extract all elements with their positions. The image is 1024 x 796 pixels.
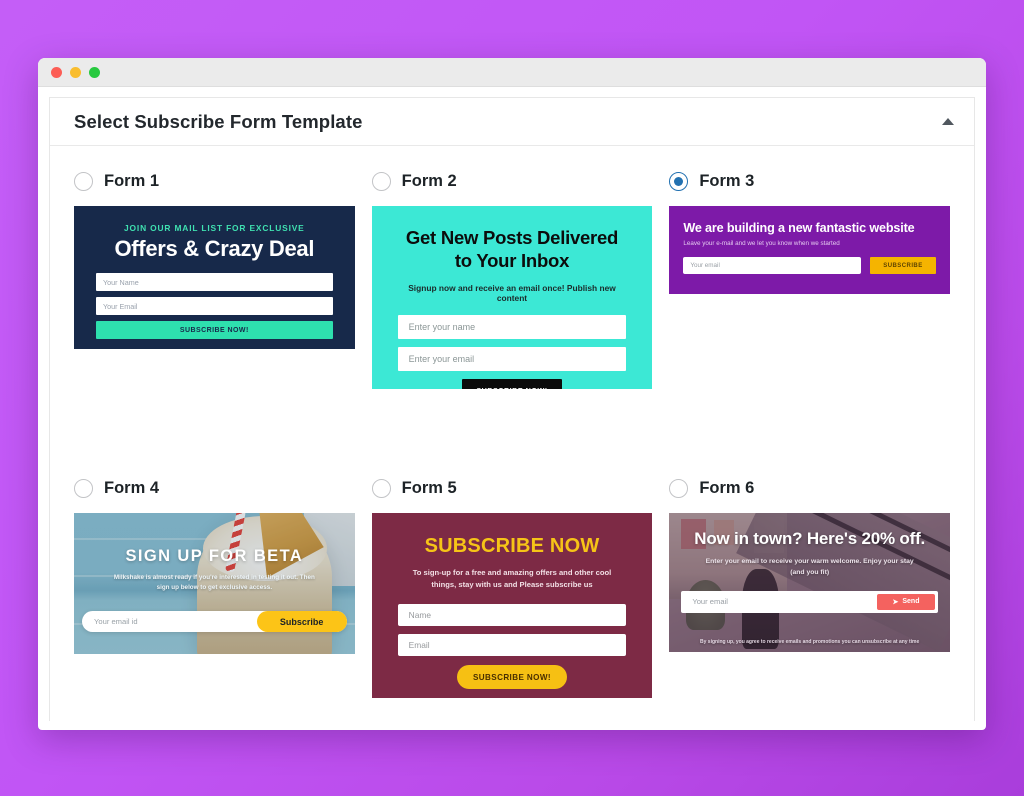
minimize-window-button[interactable] bbox=[70, 66, 81, 78]
form-3-email-input[interactable]: Your email bbox=[683, 257, 861, 274]
form-option-5: Form 5 SUBSCRIBE NOW To sign-up for a fr… bbox=[371, 403, 653, 712]
paper-plane-icon: ➤ bbox=[892, 598, 899, 606]
form-option-4: Form 4 SIGN UP FOR BETA Milkshake is alm… bbox=[74, 403, 355, 712]
form-5-email-input[interactable]: Email bbox=[397, 634, 627, 657]
radio-row-form-4[interactable]: Form 4 bbox=[74, 471, 355, 505]
caret-up-icon bbox=[942, 118, 954, 125]
radio-form-5[interactable] bbox=[371, 478, 391, 498]
form-5-subheading: To sign-up for a free and amazing offers… bbox=[412, 568, 612, 590]
form-3-subscribe-button[interactable]: SUBSCRIBE bbox=[869, 257, 936, 274]
radio-row-form-3[interactable]: Form 3 bbox=[669, 164, 950, 198]
form-2-heading: Get New Posts Delivered to Your Inbox bbox=[405, 227, 619, 272]
form-4-email-input[interactable]: Your email id Subscribe bbox=[82, 611, 347, 632]
form-option-2: Form 2 Get New Posts Delivered to Your I… bbox=[371, 164, 653, 403]
form-preview-2[interactable]: Get New Posts Delivered to Your Inbox Si… bbox=[371, 206, 653, 389]
page-title: Select Subscribe Form Template bbox=[74, 110, 363, 132]
form-option-1: Form 1 JOIN OUR MAIL LIST FOR EXCLUSIVE … bbox=[74, 164, 355, 403]
radio-form-1[interactable] bbox=[74, 171, 93, 191]
form-preview-5[interactable]: SUBSCRIBE NOW To sign-up for a free and … bbox=[371, 513, 653, 698]
maximize-window-button[interactable] bbox=[89, 66, 100, 78]
form-1-email-input[interactable]: Your Email bbox=[96, 297, 333, 315]
form-3-heading: We are building a new fantastic website bbox=[683, 221, 915, 235]
form-5-name-input[interactable]: Name bbox=[397, 604, 627, 627]
form-1-heading: Offers & Crazy Deal bbox=[114, 236, 315, 261]
form-preview-4[interactable]: SIGN UP FOR BETA Milkshake is almost rea… bbox=[74, 513, 355, 654]
form-4-content: SIGN UP FOR BETA Milkshake is almost rea… bbox=[74, 513, 355, 593]
radio-row-form-1[interactable]: Form 1 bbox=[74, 164, 355, 198]
form-3-input-row: Your email SUBSCRIBE bbox=[683, 257, 936, 274]
page-viewport: Select Subscribe Form Template Form 1 JO… bbox=[49, 97, 975, 721]
form-6-fine-print: By signing up, you agree to receive emai… bbox=[700, 639, 920, 645]
form-5-subscribe-button[interactable]: SUBSCRIBE NOW! bbox=[456, 665, 567, 690]
radio-row-form-5[interactable]: Form 5 bbox=[371, 471, 653, 505]
radio-label-form-4: Form 4 bbox=[104, 478, 160, 497]
form-6-email-input[interactable]: Your email ➤ Send bbox=[681, 590, 938, 613]
form-preview-3[interactable]: We are building a new fantastic website … bbox=[669, 206, 950, 294]
collapse-panel-button[interactable] bbox=[937, 111, 959, 133]
form-4-heading: SIGN UP FOR BETA bbox=[125, 547, 304, 565]
form-6-send-label: Send bbox=[902, 598, 920, 606]
form-2-name-input[interactable]: Enter your name bbox=[397, 315, 627, 340]
browser-window: Select Subscribe Form Template Form 1 JO… bbox=[38, 58, 986, 730]
radio-label-form-6: Form 6 bbox=[699, 478, 755, 497]
radio-form-6[interactable] bbox=[669, 478, 689, 498]
form-6-subheading: Enter your email to receive your warm we… bbox=[705, 558, 914, 576]
form-option-3: Form 3 We are building a new fantastic w… bbox=[669, 164, 950, 403]
form-1-subscribe-button[interactable]: SUBSCRIBE NOW! bbox=[96, 321, 333, 339]
radio-label-form-3: Form 3 bbox=[699, 171, 755, 190]
radio-label-form-5: Form 5 bbox=[401, 478, 457, 497]
form-option-6: Form 6 Now in town? Here's 20% off. Ente… bbox=[669, 403, 950, 712]
radio-row-form-6[interactable]: Form 6 bbox=[669, 471, 950, 505]
radio-label-form-1: Form 1 bbox=[104, 171, 160, 190]
panel-header: Select Subscribe Form Template bbox=[50, 98, 974, 146]
form-preview-1[interactable]: JOIN OUR MAIL LIST FOR EXCLUSIVE Offers … bbox=[74, 206, 355, 349]
form-6-heading: Now in town? Here's 20% off. bbox=[694, 529, 926, 548]
form-2-email-input[interactable]: Enter your email bbox=[397, 347, 627, 372]
form-2-subheading: Signup now and receive an email once! Pu… bbox=[408, 283, 616, 304]
radio-row-form-2[interactable]: Form 2 bbox=[371, 164, 653, 198]
form-preview-6[interactable]: Now in town? Here's 20% off. Enter your … bbox=[669, 513, 950, 652]
form-6-send-button[interactable]: ➤ Send bbox=[876, 593, 935, 610]
close-window-button[interactable] bbox=[51, 66, 62, 78]
form-4-subheading: Milkshake is almost ready if you're inte… bbox=[113, 574, 315, 591]
radio-form-3[interactable] bbox=[669, 171, 689, 191]
radio-form-2[interactable] bbox=[371, 171, 391, 191]
form-4-subscribe-button[interactable]: Subscribe bbox=[256, 611, 347, 632]
radio-form-4[interactable] bbox=[74, 478, 93, 498]
form-2-subscribe-button[interactable]: SUBSCRIBE NOW! bbox=[461, 379, 562, 389]
form-template-grid: Form 1 JOIN OUR MAIL LIST FOR EXCLUSIVE … bbox=[50, 146, 974, 721]
form-1-name-input[interactable]: Your Name bbox=[96, 273, 333, 291]
form-5-heading: SUBSCRIBE NOW bbox=[424, 535, 600, 557]
form-3-subheading: Leave your e-mail and we let you know wh… bbox=[683, 240, 840, 247]
form-1-eyebrow: JOIN OUR MAIL LIST FOR EXCLUSIVE bbox=[124, 223, 305, 233]
browser-titlebar bbox=[38, 58, 986, 87]
radio-label-form-2: Form 2 bbox=[401, 171, 457, 190]
form-6-content: Now in town? Here's 20% off. Enter your … bbox=[669, 513, 950, 579]
